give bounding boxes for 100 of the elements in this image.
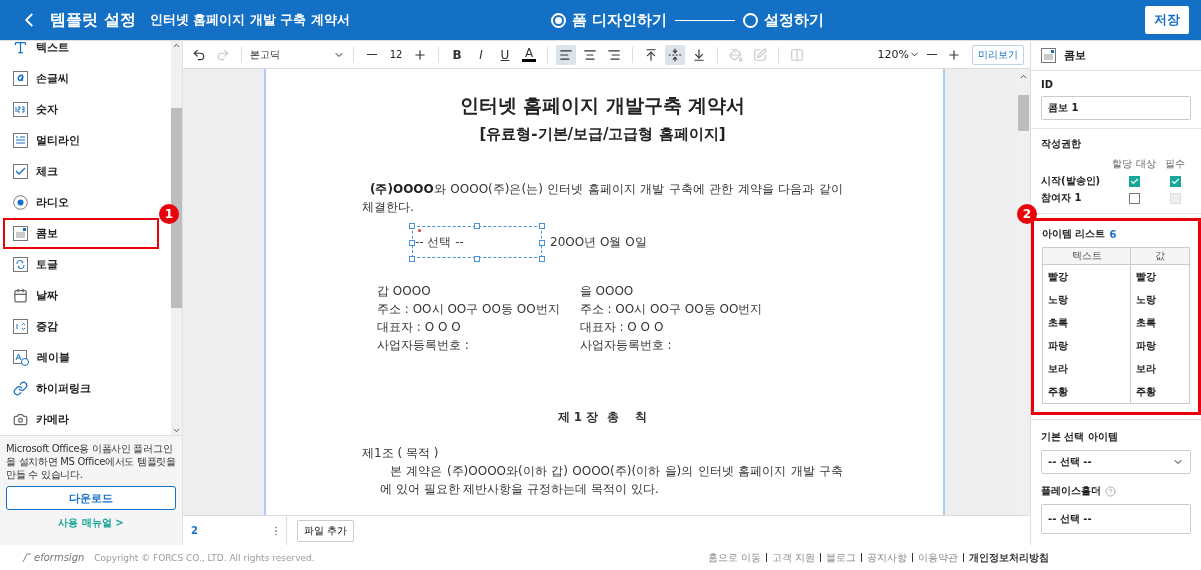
- field-type-item[interactable]: 레이블: [3, 342, 159, 373]
- callout-badge: 1: [159, 204, 179, 224]
- table-cell-text: 초록: [1135, 316, 1157, 330]
- plus-icon: [413, 47, 427, 62]
- table-cell: 주황: [1043, 380, 1131, 403]
- table-cell: 초록: [1043, 311, 1131, 334]
- field-label: 플레이스홀더: [1041, 484, 1101, 498]
- page-tab[interactable]: 2: [183, 516, 287, 545]
- field-type-item[interactable]: 증감: [3, 311, 159, 342]
- column-header: 할당 대상: [1111, 157, 1157, 171]
- add-file-button[interactable]: 파일 추가: [297, 519, 355, 542]
- page-title: 템플릿 설정: [50, 9, 136, 31]
- align-right-icon: [607, 47, 621, 62]
- check-icon: [1170, 176, 1180, 186]
- footer-link[interactable]: 개인정보처리방침: [969, 550, 1049, 565]
- multiline-icon: [13, 133, 28, 148]
- check-icon: [1129, 176, 1139, 186]
- column-header: 필수: [1164, 157, 1186, 171]
- align-left-icon: [559, 47, 573, 62]
- checkbox[interactable]: [1128, 175, 1140, 187]
- field-type-item[interactable]: 텍스트: [3, 41, 159, 63]
- table-cell: 빨강: [1043, 265, 1131, 288]
- text-color-button[interactable]: A: [519, 44, 539, 65]
- section-title: 아이템 리스트: [1042, 227, 1106, 241]
- pen-icon: [753, 47, 767, 62]
- logo: eformsign: [22, 552, 85, 563]
- table-cell-text: 파랑: [1135, 339, 1157, 353]
- scrollbar-thumb[interactable]: [171, 108, 182, 308]
- minus-icon: [367, 53, 377, 56]
- party-text: 대표자 : O O O: [377, 319, 462, 336]
- step-tab[interactable]: 폼 디자인하기: [550, 10, 667, 30]
- scrollbar[interactable]: [171, 41, 182, 435]
- field-type-item[interactable]: 멀티라인: [3, 125, 159, 156]
- footer-link[interactable]: 고객 지원: [771, 550, 815, 565]
- field-type-item[interactable]: 토글: [3, 249, 159, 280]
- party-text: 사업자등록번호 :: [579, 337, 673, 354]
- footer-link[interactable]: 블로그: [826, 550, 856, 565]
- field-type-item[interactable]: 체크: [3, 156, 159, 187]
- plus-icon: [947, 47, 961, 62]
- bold-button[interactable]: B: [447, 44, 467, 65]
- stepper-icon: [13, 319, 28, 334]
- party-text: 주소 : OO시 OO구 OO동 OO번지: [377, 301, 560, 318]
- camera-icon: [13, 412, 28, 427]
- field-type-item[interactable]: 카메라: [3, 404, 159, 435]
- column-header: 텍스트: [1043, 248, 1131, 265]
- table-cell: 노랑: [1043, 288, 1131, 311]
- field-type-item[interactable]: 하이퍼링크: [3, 373, 159, 404]
- field-type-item[interactable]: 콤보: [3, 218, 159, 249]
- font-select[interactable]: 본고딕: [250, 47, 345, 62]
- save-button[interactable]: 저장: [1145, 6, 1189, 34]
- align-center-icon: [583, 47, 597, 62]
- party-text: 을 OOOO: [579, 283, 635, 300]
- minus-icon: [927, 53, 937, 56]
- checkbox[interactable]: [1128, 192, 1140, 204]
- table-cell-text: 보라: [1135, 362, 1157, 376]
- field-label: 기본 선택 아이템: [1041, 430, 1119, 444]
- participant-name: 시작(발송인): [1041, 174, 1102, 188]
- checkbox[interactable]: [1169, 175, 1181, 187]
- vertical-align-button[interactable]: [665, 44, 685, 65]
- align-middle-icon: [668, 47, 682, 62]
- party-text: 갑 OOOO: [377, 283, 432, 300]
- columns-icon: [790, 47, 804, 62]
- underline-button[interactable]: U: [495, 44, 515, 65]
- number-icon: [13, 102, 28, 117]
- placeholder-field[interactable]: -- 선택 --: [1041, 504, 1191, 534]
- document-heading: 인터넷 홈페이지 개발구축 계약서: [458, 93, 747, 118]
- redo-icon: [216, 47, 230, 62]
- field-type-item[interactable]: 손글씨: [3, 63, 159, 94]
- italic-button[interactable]: I: [471, 44, 491, 65]
- column-header: 값: [1131, 248, 1189, 265]
- combo-icon: [13, 226, 28, 241]
- font-size-value[interactable]: 12: [386, 49, 406, 60]
- table-cell-text: 노랑: [1135, 293, 1157, 307]
- align-bottom-icon: [692, 47, 706, 62]
- field-type-item[interactable]: 날짜: [3, 280, 159, 311]
- scroll-up-icon: [1019, 72, 1028, 81]
- radio-icon: [13, 195, 28, 210]
- preview-button[interactable]: 미리보기: [972, 44, 1024, 65]
- field-type-item[interactable]: 숫자: [3, 94, 159, 125]
- id-field[interactable]: 콤보 1: [1041, 96, 1191, 120]
- undo-icon: [192, 47, 206, 62]
- article-heading: 제1조 ( 목적 ): [362, 445, 440, 462]
- footer-link[interactable]: 이용약관: [918, 550, 958, 565]
- field-type-item[interactable]: 라디오: [3, 187, 159, 218]
- default-item-select[interactable]: -- 선택 --: [1041, 450, 1191, 474]
- scroll-up-icon: [172, 41, 181, 50]
- scrollbar-thumb[interactable]: [1018, 95, 1029, 131]
- align-button[interactable]: [556, 44, 576, 65]
- section-title: 작성권한: [1041, 137, 1082, 151]
- chapter-heading: 제 1 장 총 칙: [556, 409, 649, 426]
- footer-link[interactable]: 공지사항: [867, 550, 907, 565]
- zoom-select[interactable]: 120%: [877, 48, 920, 61]
- footer-link[interactable]: 홈으로 이동: [707, 550, 761, 565]
- step-tab[interactable]: 설정하기: [742, 10, 824, 30]
- plugin-note: Microsoft Office용 이폼사인 플러그인을 설치하면 MS Office에서도 템플릿을 만들 수 있습니다.: [6, 442, 176, 481]
- checkbox-icon: [13, 164, 28, 179]
- toggle-icon: [13, 257, 28, 272]
- article-paragraph: 본 계약은 (주)OOOO와(이하 갑) OOOO(주)(이하 을)의 인터넷 홈페이지 개발 구축에 있어 필요한 제반사항을 규정하는데 목적이 있다.: [379, 463, 843, 498]
- download-button[interactable]: 다운로드: [6, 486, 176, 510]
- item-count: 6: [1109, 228, 1117, 240]
